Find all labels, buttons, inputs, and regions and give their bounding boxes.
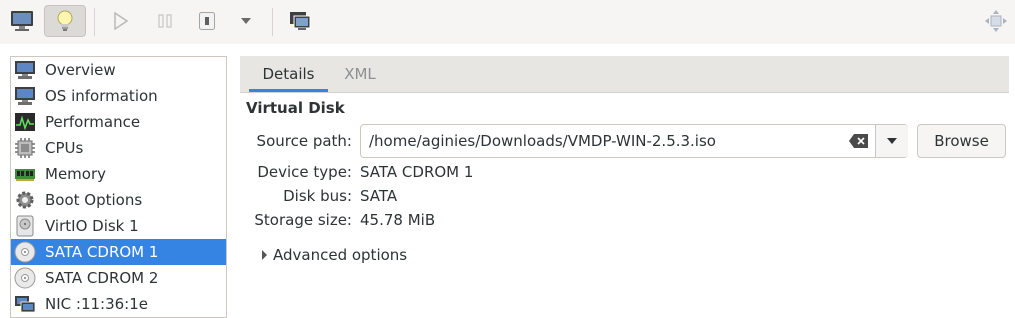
network-card-icon: [14, 293, 36, 315]
performance-graph-icon: [14, 111, 36, 133]
toolbar-separator: [272, 8, 273, 36]
section-title: Virtual Disk: [246, 99, 345, 117]
snapshots-icon: [290, 12, 311, 30]
tab-bar: Details XML: [240, 56, 1009, 93]
sidebar-item-label: NIC :11:36:1e: [45, 295, 148, 313]
shutdown-button[interactable]: [188, 5, 226, 37]
gear-icon: [14, 189, 36, 211]
sidebar-item-label: CPUs: [45, 139, 84, 157]
advanced-options-expander[interactable]: Advanced options: [262, 246, 407, 264]
toolbar-separator: [94, 8, 95, 36]
sidebar-item-memory[interactable]: Memory: [11, 161, 226, 187]
shutdown-menu-button[interactable]: [228, 5, 264, 37]
memory-module-icon: [14, 163, 36, 185]
sidebar-item-label: Boot Options: [45, 191, 143, 209]
disk-drive-icon: [14, 215, 36, 237]
details-pane: Details XML Virtual Disk Source path: Br…: [240, 56, 1015, 317]
console-view-button[interactable]: [3, 5, 41, 37]
monitor-icon: [14, 59, 36, 81]
fullscreen-button[interactable]: [977, 5, 1015, 37]
tab-details[interactable]: Details: [249, 56, 328, 92]
device-type-value: SATA CDROM 1: [360, 163, 474, 181]
sidebar-item-label: Performance: [45, 113, 141, 131]
sidebar-item-label: VirtIO Disk 1: [45, 217, 139, 235]
pause-button[interactable]: [146, 5, 184, 37]
sidebar-item-cpus[interactable]: CPUs: [11, 135, 226, 161]
source-path-combo[interactable]: [360, 124, 908, 158]
sidebar-item-label: SATA CDROM 2: [45, 269, 159, 287]
monitor-icon: [11, 11, 33, 31]
sidebar-item-performance[interactable]: Performance: [11, 109, 226, 135]
cdrom-icon: [14, 267, 36, 289]
storage-size-label: Storage size:: [254, 211, 352, 229]
lightbulb-icon: [57, 10, 73, 31]
hardware-list: Overview OS information Performance CPUs…: [10, 56, 227, 318]
expander-arrow-icon: [262, 250, 267, 260]
sidebar-item-nic[interactable]: NIC :11:36:1e: [11, 291, 226, 317]
chevron-down-icon: [887, 138, 897, 144]
storage-size-value: 45.78 MiB: [360, 211, 436, 229]
sidebar-item-sata-cdrom-1[interactable]: SATA CDROM 1: [11, 239, 226, 265]
chevron-down-icon: [241, 18, 251, 24]
details-view-button[interactable]: [44, 5, 86, 37]
sidebar-item-virtio-disk-1[interactable]: VirtIO Disk 1: [11, 213, 226, 239]
clear-text-icon[interactable]: [849, 133, 869, 149]
browse-button[interactable]: Browse: [917, 124, 1006, 158]
source-path-input[interactable]: [361, 125, 875, 157]
sidebar-item-label: OS information: [45, 87, 158, 105]
sidebar-item-label: Overview: [45, 61, 116, 79]
move-arrows-icon: [985, 10, 1007, 32]
sidebar-item-overview[interactable]: Overview: [11, 57, 226, 83]
toolbar: [0, 0, 1015, 44]
monitor-icon: [14, 85, 36, 107]
power-icon: [199, 12, 215, 30]
snapshots-button[interactable]: [281, 5, 319, 37]
sidebar-item-os-information[interactable]: OS information: [11, 83, 226, 109]
disk-bus-label: Disk bus:: [283, 187, 352, 205]
disk-bus-value: SATA: [360, 187, 398, 205]
sidebar-item-label: SATA CDROM 1: [45, 243, 159, 261]
sidebar-item-label: Memory: [45, 165, 107, 183]
run-button[interactable]: [102, 5, 140, 37]
source-path-dropdown-button[interactable]: [875, 125, 908, 157]
sidebar-item-boot-options[interactable]: Boot Options: [11, 187, 226, 213]
advanced-options-label: Advanced options: [273, 246, 408, 264]
cpu-chip-icon: [14, 137, 36, 159]
source-path-label: Source path:: [256, 132, 352, 150]
play-icon: [114, 12, 129, 30]
tab-xml[interactable]: XML: [332, 56, 388, 92]
pause-icon: [158, 14, 172, 28]
device-type-label: Device type:: [257, 163, 352, 181]
cdrom-icon: [14, 241, 36, 263]
sidebar-item-sata-cdrom-2[interactable]: SATA CDROM 2: [11, 265, 226, 291]
